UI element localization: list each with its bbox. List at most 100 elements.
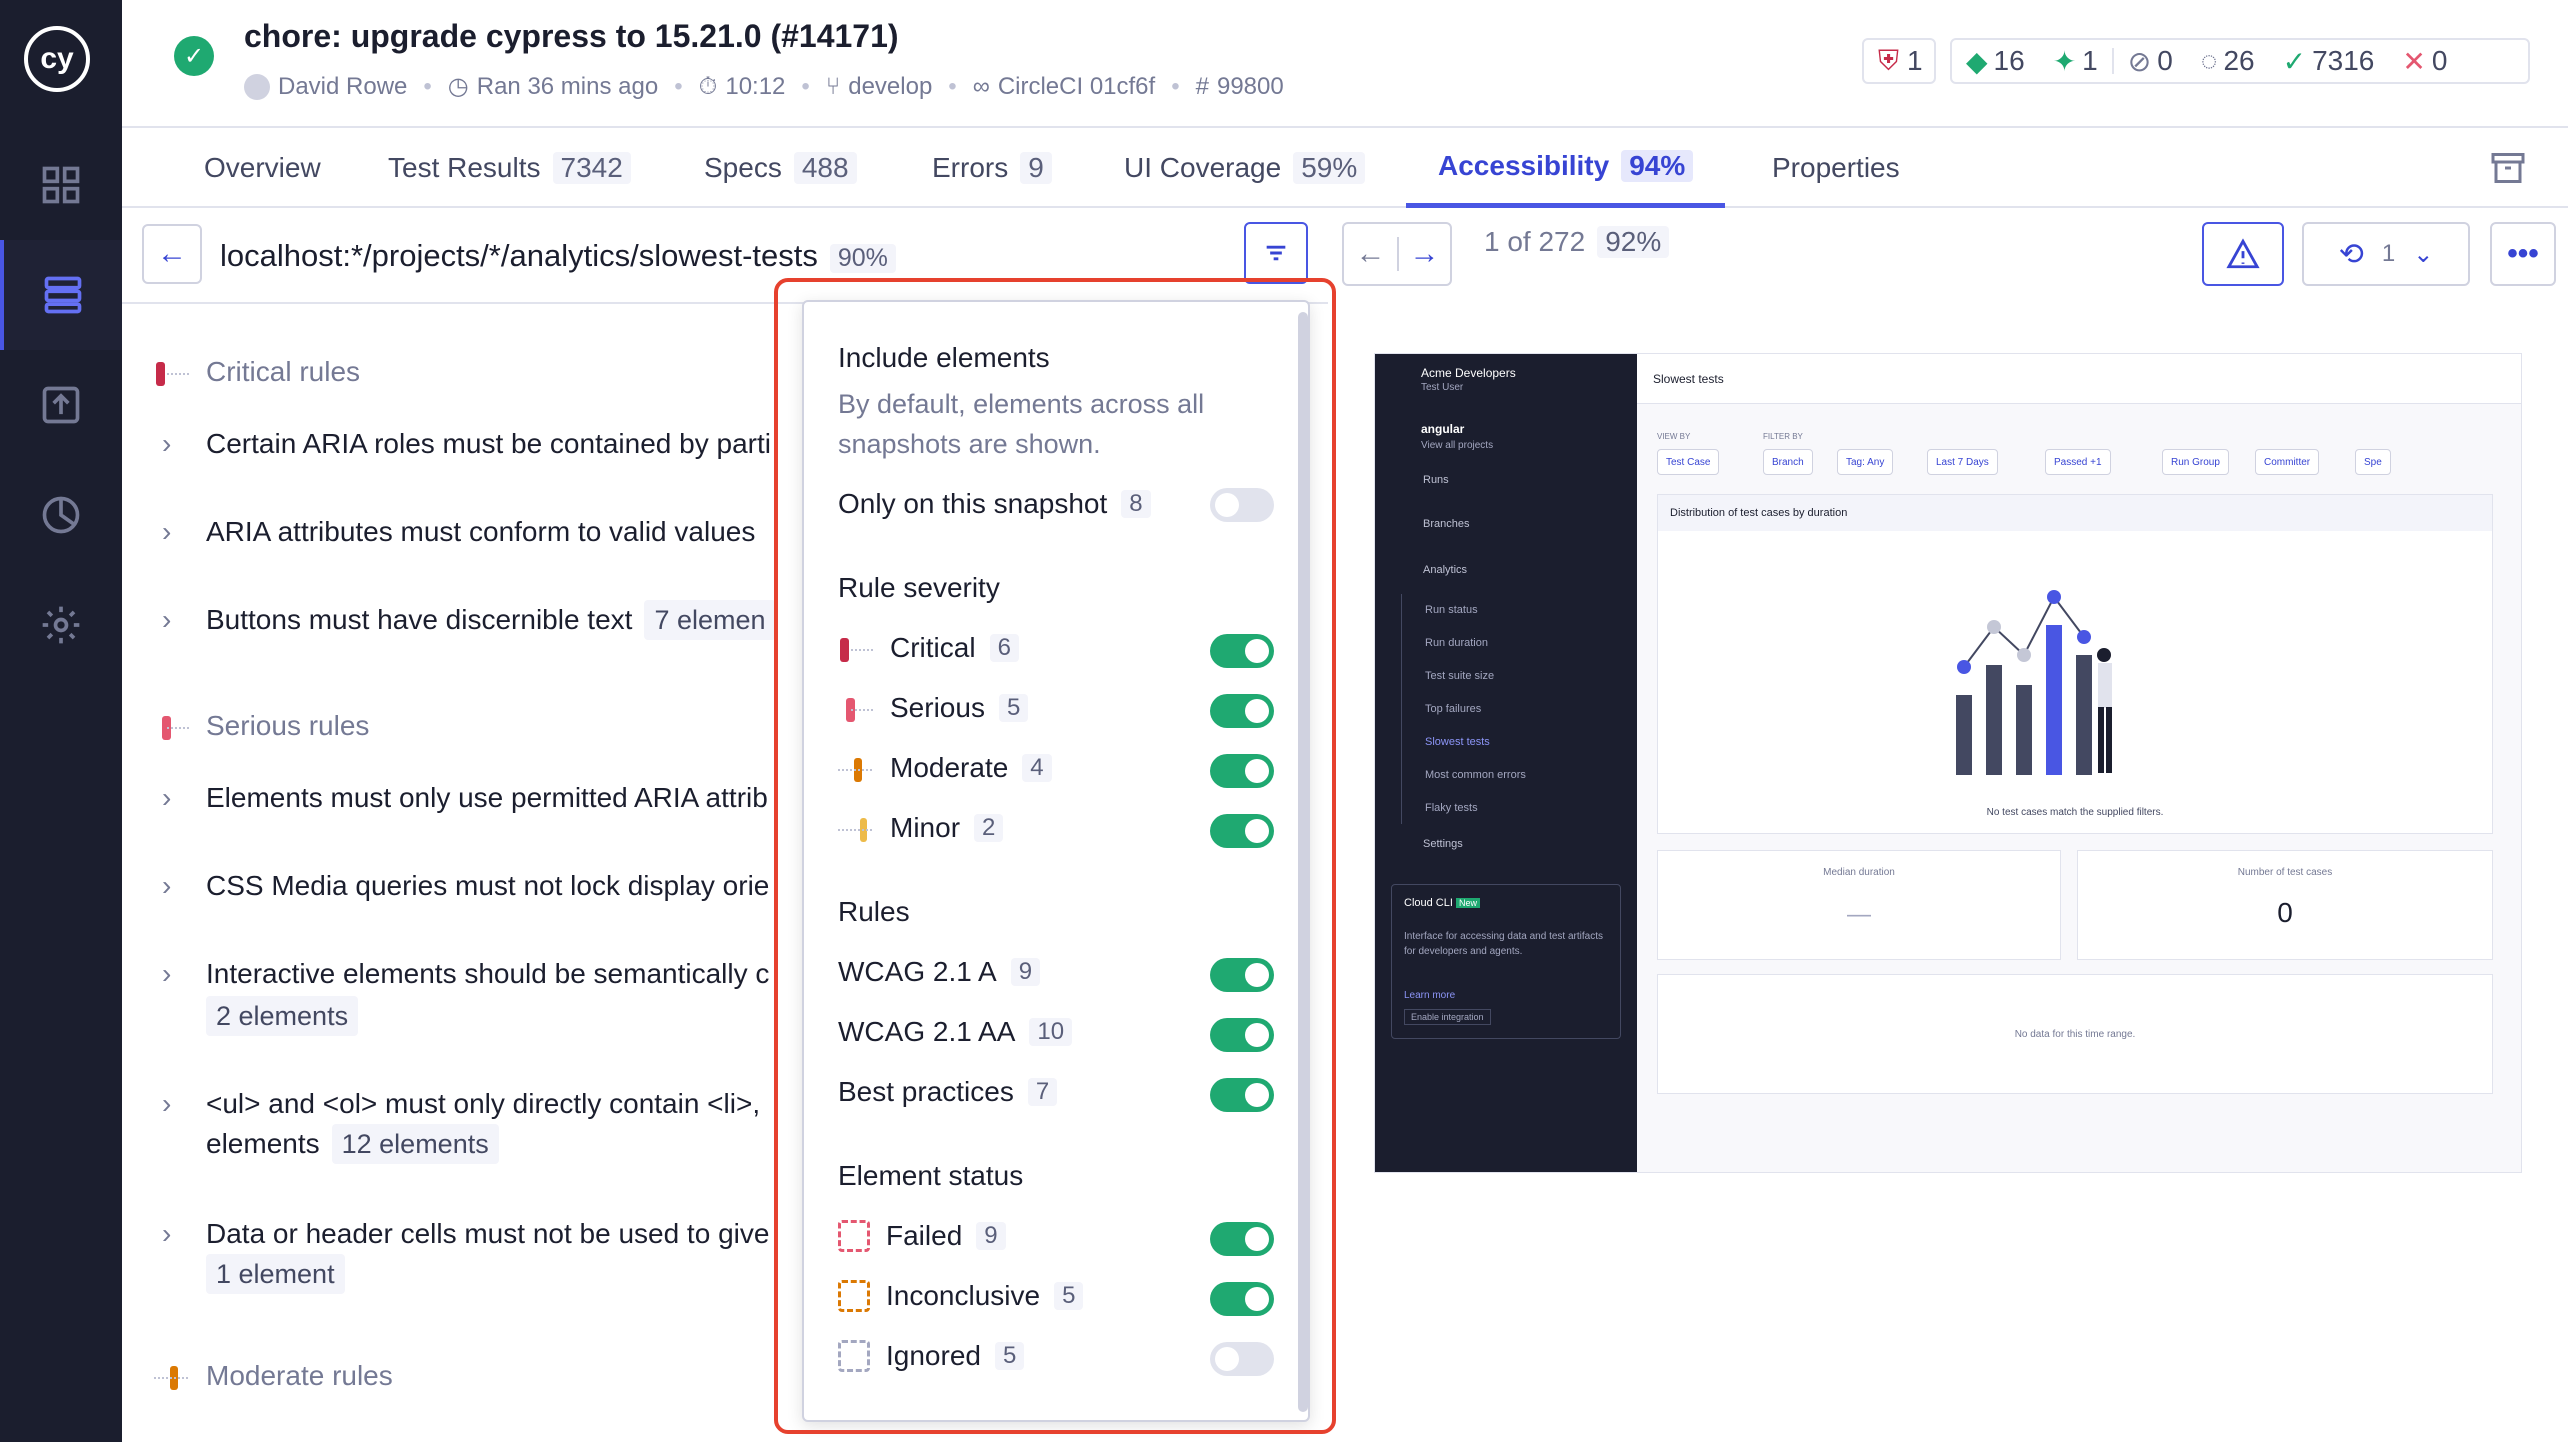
flaky-icon: ⛨: [1878, 44, 1900, 76]
snapshot-preview[interactable]: Acme Developers Test User angular View a…: [1374, 353, 2522, 1173]
snap-sub-item: Top failures: [1425, 703, 1482, 715]
rule-item[interactable]: › Interactive elements should be semantic…: [162, 954, 769, 994]
ellipsis-icon: •••: [2507, 237, 2539, 270]
author[interactable]: David Rowe: [278, 73, 407, 101]
failed-toggle[interactable]: [1210, 1222, 1274, 1256]
arrow-left-icon: ←: [157, 237, 187, 270]
run-tabs: Overview Test Results 7342 Specs 488 Error…: [122, 128, 2568, 208]
snap-sub-item: Slowest tests: [1425, 736, 1490, 748]
run-title: chore: upgrade cypress to 15.21.0 (#1417…: [244, 18, 899, 54]
run-stats[interactable]: ◆ 16 ✦ 1 ⊘ 0 ◌ 26 ✓ 7316 ✕ 0: [1950, 38, 2530, 84]
ignored-element-icon: [838, 1340, 870, 1372]
snapshot-pager: 1 of 272 92%: [1484, 226, 1670, 258]
url-path: localhost:*/projects/*/analytics/slowest…: [220, 238, 896, 274]
passed-icon: ✓: [2282, 45, 2307, 77]
chevron-right-icon: ›: [162, 1088, 172, 1119]
minor-toggle[interactable]: [1210, 814, 1274, 848]
run-number: 99800: [1216, 72, 1284, 100]
critical-rules-heading: Critical rules: [154, 356, 360, 388]
moderate-toggle[interactable]: [1210, 754, 1274, 788]
snap-page-title: Slowest tests: [1653, 372, 1724, 386]
ignored-toggle[interactable]: [1210, 1342, 1274, 1376]
snap-median-card: Median duration —: [1657, 850, 2061, 960]
prev-snapshot-button[interactable]: ←: [1344, 237, 1397, 271]
rule-item[interactable]: › ARIA attributes must conform to valid v…: [162, 512, 755, 552]
failed-icon: ✕: [2402, 45, 2426, 77]
status-failed: Failed 9: [838, 1220, 1006, 1252]
nav-runs[interactable]: [0, 240, 122, 350]
snap-chart-card: Distribution of test cases by duration N…: [1657, 494, 2493, 834]
snap-nav-item: Branches: [1423, 518, 1470, 530]
violations-toggle[interactable]: [2202, 222, 2284, 286]
archive-icon[interactable]: [2488, 150, 2528, 186]
status-ignored: Ignored 5: [838, 1340, 1025, 1372]
rule-item[interactable]: › Elements must only use permitted ARIA a…: [162, 778, 768, 818]
more-options-button[interactable]: •••: [2490, 222, 2556, 286]
snapshot-views-dropdown[interactable]: ⟲ 1 ⌄: [2302, 222, 2470, 286]
run-header: ✓ chore: upgrade cypress to 15.21.0 (#14…: [122, 0, 2568, 128]
snap-filter: Branch: [1763, 449, 1813, 475]
link-icon: ∞: [972, 72, 990, 100]
snap-filter: Committer: [2255, 449, 2320, 475]
nav-projects[interactable]: [0, 130, 122, 240]
ci-link[interactable]: CircleCI 01cf6f: [998, 73, 1155, 101]
snap-sub-item: Run status: [1425, 604, 1478, 616]
back-button[interactable]: ←: [142, 224, 202, 284]
include-elements-description: By default, elements across all snapshot…: [838, 389, 1205, 459]
rule-element-count: elements 12 elements: [206, 1124, 499, 1164]
nav-branches[interactable]: [0, 350, 122, 460]
severity-minor: Minor 2: [838, 812, 1004, 844]
severity-serious: Serious 5: [838, 692, 1029, 724]
tab-specs[interactable]: Specs 488: [704, 128, 857, 208]
serious-toggle[interactable]: [1210, 694, 1274, 728]
tab-overview[interactable]: Overview: [204, 128, 321, 208]
include-elements-heading: Include elements: [838, 342, 1050, 373]
nav-settings[interactable]: [0, 570, 122, 680]
snap-sub-item: Test suite size: [1425, 670, 1495, 682]
wcag-aa-toggle[interactable]: [1210, 1018, 1274, 1052]
rule-item[interactable]: › Data or header cells must not be used t…: [162, 1214, 769, 1254]
app-sidebar: cy: [0, 0, 122, 1442]
critical-toggle[interactable]: [1210, 634, 1274, 668]
clock-icon: ◷: [447, 73, 469, 100]
rule-item[interactable]: › <ul> and <ol> must only directly contai…: [162, 1084, 760, 1124]
tab-test-results[interactable]: Test Results 7342: [388, 128, 631, 208]
user-name: Test User: [1421, 382, 1464, 393]
avatar: [244, 73, 270, 100]
severity-moderate: Moderate 4: [838, 752, 1052, 784]
cypress-logo[interactable]: cy: [24, 26, 90, 92]
rule-item[interactable]: › Certain ARIA roles must be contained by…: [162, 424, 771, 464]
pending-icon: ◌: [2200, 45, 2218, 76]
chevron-right-icon: ›: [162, 958, 172, 989]
best-practices-toggle[interactable]: [1210, 1078, 1274, 1112]
filter-popover: Include elements By default, elements ac…: [802, 300, 1310, 1422]
wcag-a-toggle[interactable]: [1210, 958, 1274, 992]
nav-analytics[interactable]: [0, 460, 122, 570]
inconclusive-toggle[interactable]: [1210, 1282, 1274, 1316]
next-snapshot-button[interactable]: →: [1396, 237, 1450, 271]
only-snapshot-option: Only on this snapshot 8: [838, 488, 1151, 520]
branch-name[interactable]: develop: [848, 73, 932, 101]
branch-icon: [42, 386, 80, 424]
snap-filter: Test Case: [1657, 449, 1720, 475]
tab-ui-coverage[interactable]: UI Coverage 59%: [1124, 128, 1366, 208]
tab-accessibility[interactable]: Accessibility 94%: [1406, 128, 1726, 208]
chevron-right-icon: ›: [162, 516, 172, 547]
cloud-cli-card: Cloud CLI New Interface for accessing da…: [1391, 884, 1621, 1039]
tab-properties[interactable]: Properties: [1772, 128, 1900, 208]
rule-item[interactable]: › Buttons must have discernible text 7 ele…: [162, 600, 776, 640]
tab-errors[interactable]: Errors 9: [932, 128, 1052, 208]
branch-icon: ⑂: [825, 72, 841, 100]
scrollbar[interactable]: [1298, 312, 1308, 1412]
only-snapshot-toggle[interactable]: [1210, 488, 1274, 522]
severity-critical: Critical 6: [838, 632, 1019, 664]
flaky-badge[interactable]: ⛨ 1: [1862, 38, 1936, 84]
pie-chart-icon: [42, 496, 80, 534]
snap-sub-item: Run duration: [1425, 637, 1488, 649]
project-name: angular: [1421, 422, 1465, 436]
rule-item[interactable]: › CSS Media queries must not lock display…: [162, 866, 769, 906]
filter-button[interactable]: [1244, 222, 1308, 284]
hash-icon: #: [1195, 72, 1209, 100]
snap-nav-item: Settings: [1423, 838, 1463, 850]
chevron-right-icon: ›: [162, 782, 172, 813]
